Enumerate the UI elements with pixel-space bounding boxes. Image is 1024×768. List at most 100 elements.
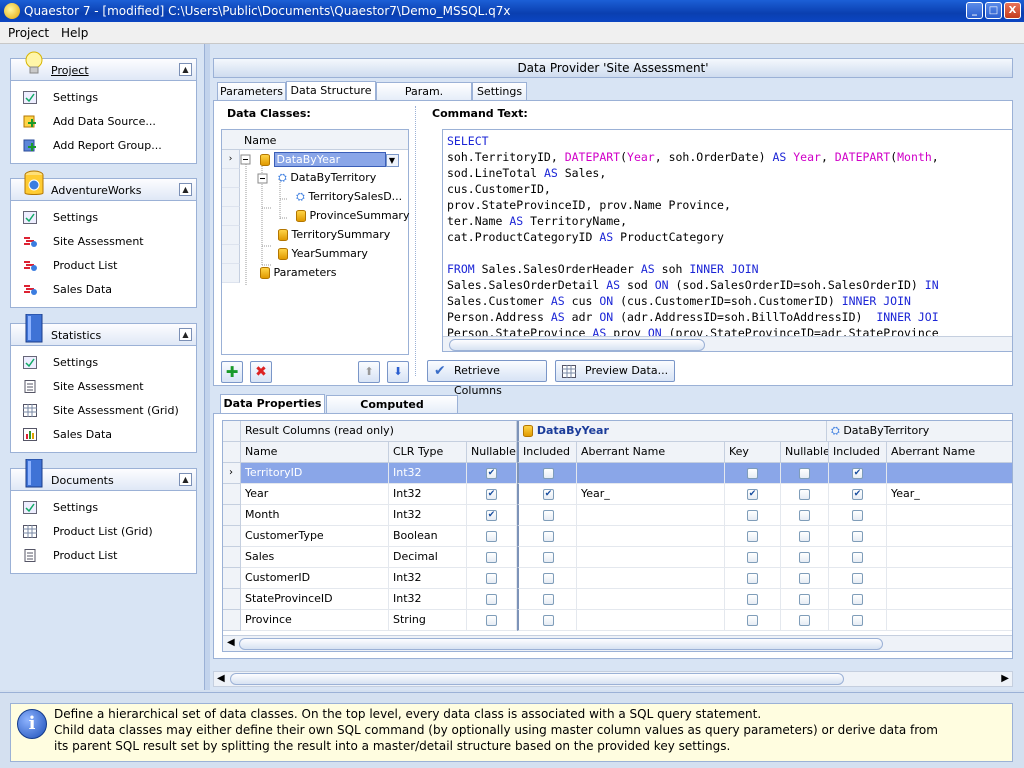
checkbox[interactable]	[799, 510, 810, 521]
checkbox[interactable]	[543, 531, 554, 542]
grid-cell-clr[interactable]: Int32	[389, 484, 467, 505]
checkbox[interactable]	[543, 489, 554, 500]
grid-cell-ab2[interactable]	[887, 568, 1012, 589]
grid-cell-inc[interactable]	[517, 505, 577, 526]
checkbox[interactable]	[486, 489, 497, 500]
tree-node-yearsummary[interactable]: YearSummary	[278, 247, 368, 260]
checkbox[interactable]	[852, 510, 863, 521]
collapse-icon[interactable]: ▲	[179, 473, 192, 486]
tab-parameters[interactable]: Parameters	[217, 82, 286, 101]
column-header-key[interactable]: Key	[725, 442, 781, 463]
grid-cell-key[interactable]	[725, 505, 781, 526]
grid-cell-inc2[interactable]	[829, 568, 887, 589]
sidebar-item-product-list[interactable]: Product List	[23, 547, 193, 565]
grid-cell-ab[interactable]	[577, 547, 725, 568]
collapse-icon[interactable]: ▲	[179, 183, 192, 196]
grid-cell-ab[interactable]	[577, 589, 725, 610]
tree-node-databyyear[interactable]: DataByYear ▼	[260, 152, 399, 167]
checkbox[interactable]	[486, 594, 497, 605]
grid-cell-clr[interactable]: Int32	[389, 505, 467, 526]
column-header-name[interactable]: Name	[241, 442, 389, 463]
grid-cell-inc2[interactable]	[829, 547, 887, 568]
tab-settings[interactable]: Settings	[472, 82, 527, 101]
sidebar-item-site-assessment-grid[interactable]: Site Assessment (Grid)	[23, 402, 193, 420]
grid-cell-inc[interactable]	[517, 526, 577, 547]
grid-cell-ab[interactable]	[577, 505, 725, 526]
checkbox[interactable]	[486, 468, 497, 479]
grid-cell-inc[interactable]	[517, 463, 577, 484]
grid-cell-name[interactable]: CustomerType	[241, 526, 389, 547]
checkbox[interactable]	[852, 552, 863, 563]
grid-cell-key[interactable]	[725, 589, 781, 610]
column-header-inc2[interactable]: Included	[829, 442, 887, 463]
collapse-icon[interactable]: ▲	[179, 63, 192, 76]
grid-cell-ab[interactable]	[577, 568, 725, 589]
checkbox[interactable]	[852, 531, 863, 542]
checkbox[interactable]	[799, 531, 810, 542]
grid-cell-nullable[interactable]	[467, 547, 517, 568]
checkbox[interactable]	[852, 615, 863, 626]
sidebar-item-add-report-group[interactable]: Add Report Group...	[23, 137, 193, 155]
checkbox[interactable]	[799, 552, 810, 563]
grid-cell-name[interactable]: StateProvinceID	[241, 589, 389, 610]
checkbox[interactable]	[747, 552, 758, 563]
grid-cell-null2[interactable]	[781, 610, 829, 631]
tab-data-properties[interactable]: Data Properties	[220, 394, 325, 414]
grid-cell-inc2[interactable]	[829, 589, 887, 610]
menu-help[interactable]: Help	[61, 26, 88, 40]
minimize-button[interactable]: _	[966, 2, 983, 19]
grid-cell-ab[interactable]	[577, 610, 725, 631]
sidebar-item-product-list[interactable]: Product List	[23, 257, 193, 275]
grid-cell-name[interactable]: Month	[241, 505, 389, 526]
checkbox[interactable]	[543, 573, 554, 584]
group-header[interactable]: Documents ▲	[11, 459, 196, 491]
dropdown-icon[interactable]: ▼	[385, 153, 399, 167]
grid-cell-name[interactable]: TerritoryID	[241, 463, 389, 484]
checkbox[interactable]	[747, 615, 758, 626]
panel-splitter[interactable]	[415, 106, 418, 376]
move-up-button[interactable]: ⬆	[358, 361, 380, 383]
grid-cell-inc[interactable]	[517, 547, 577, 568]
sidebar-item-site-assessment[interactable]: Site Assessment	[23, 378, 193, 396]
delete-class-button[interactable]: ✖	[250, 361, 272, 383]
grid-cell-clr[interactable]: Int32	[389, 589, 467, 610]
sidebar-item-settings[interactable]: Settings	[23, 89, 193, 107]
checkbox[interactable]	[852, 594, 863, 605]
grid-cell-null2[interactable]	[781, 505, 829, 526]
column-header-null2[interactable]: Nullable	[781, 442, 829, 463]
checkbox[interactable]	[486, 510, 497, 521]
sidebar-item-add-data-source[interactable]: Add Data Source...	[23, 113, 193, 131]
grid-cell-key[interactable]	[725, 526, 781, 547]
grid-cell-null2[interactable]	[781, 589, 829, 610]
column-header-ab[interactable]: Aberrant Name	[577, 442, 725, 463]
tab-param-validation[interactable]: Param. Validation	[376, 82, 472, 115]
grid-cell-ab2[interactable]	[887, 610, 1012, 631]
retrieve-columns-button[interactable]: ✔ Retrieve Columns	[427, 360, 547, 397]
sidebar-item-site-assessment[interactable]: Site Assessment	[23, 233, 193, 251]
add-class-button[interactable]: ✚	[221, 361, 243, 383]
preview-data-button[interactable]: Preview Data...	[555, 360, 675, 382]
scroll-left-icon[interactable]: ◀	[227, 637, 235, 648]
checkbox[interactable]	[852, 573, 863, 584]
scroll-thumb[interactable]	[230, 673, 844, 685]
checkbox[interactable]	[486, 531, 497, 542]
grid-cell-null2[interactable]	[781, 568, 829, 589]
checkbox[interactable]	[799, 615, 810, 626]
grid-cell-inc[interactable]	[517, 610, 577, 631]
checkbox[interactable]	[747, 531, 758, 542]
grid-cell-name[interactable]: Province	[241, 610, 389, 631]
checkbox[interactable]	[747, 468, 758, 479]
grid-cell-ab[interactable]: Year_	[577, 484, 725, 505]
grid-cell-clr[interactable]: Decimal	[389, 547, 467, 568]
grid-cell-null2[interactable]	[781, 526, 829, 547]
grid-cell-nullable[interactable]	[467, 589, 517, 610]
column-header-clr[interactable]: CLR Type	[389, 442, 467, 463]
grid-cell-ab[interactable]	[577, 463, 725, 484]
grid-cell-nullable[interactable]	[467, 610, 517, 631]
grid-cell-name[interactable]: Sales	[241, 547, 389, 568]
grid-cell-nullable[interactable]	[467, 526, 517, 547]
checkbox[interactable]	[852, 489, 863, 500]
scroll-thumb[interactable]	[239, 638, 883, 650]
checkbox[interactable]	[543, 468, 554, 479]
tree-node-databyterritory[interactable]: ⛭ DataByTerritory	[278, 171, 376, 185]
